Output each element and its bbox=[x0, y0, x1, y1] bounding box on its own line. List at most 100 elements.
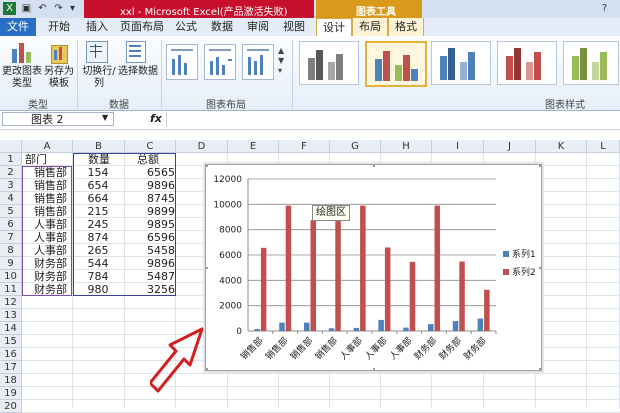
customize-qat-icon[interactable]: ▾ bbox=[66, 2, 79, 15]
ribbon: 更改图表类型 另存为模板 类型 切换行/列 选择数据 数据 ▲ ▼ ▾ 图表布局… bbox=[0, 36, 620, 111]
legend-label: 系列2 bbox=[512, 266, 536, 278]
bar-series1 bbox=[378, 319, 384, 331]
selected-range-categories bbox=[22, 166, 72, 296]
bar-series1 bbox=[403, 327, 409, 331]
row-header-10[interactable]: 10 bbox=[0, 270, 22, 283]
row-header-19[interactable]: 19 bbox=[0, 387, 22, 400]
bar-series2 bbox=[260, 247, 267, 331]
column-header-E[interactable]: E bbox=[228, 140, 279, 153]
chart-style-1[interactable] bbox=[299, 41, 359, 85]
bar-series2 bbox=[335, 205, 341, 331]
embedded-chart[interactable]: 0 2000 4000 6000 8000 10000 12000 销售部 销售部 销售部 销售部人… bbox=[205, 164, 542, 371]
switch-row-column-button[interactable]: 切换行/列 bbox=[78, 66, 120, 90]
chart-style-2-selected[interactable] bbox=[365, 41, 427, 87]
legend-label: 系列1 bbox=[512, 248, 536, 260]
x-tick-label: 财务部 bbox=[412, 335, 440, 363]
legend-swatch bbox=[503, 269, 509, 275]
bar-series2 bbox=[360, 205, 366, 331]
row-header-2[interactable]: 2 bbox=[0, 166, 22, 179]
row-header-17[interactable]: 17 bbox=[0, 361, 22, 374]
column-header-J[interactable]: J bbox=[484, 140, 536, 153]
column-header-A[interactable]: A bbox=[22, 140, 73, 153]
undo-icon[interactable]: ↶ bbox=[36, 2, 49, 15]
column-header-D[interactable]: D bbox=[176, 140, 228, 153]
formula-input[interactable] bbox=[166, 112, 617, 127]
select-data-button[interactable]: 选择数据 bbox=[118, 66, 158, 78]
row-header-4[interactable]: 4 bbox=[0, 192, 22, 205]
row-header-3[interactable]: 3 bbox=[0, 179, 22, 192]
row-header-20[interactable]: 20 bbox=[0, 400, 22, 413]
cell-header[interactable]: 部门 bbox=[25, 153, 47, 166]
help-icon[interactable]: ? bbox=[598, 2, 611, 15]
redo-icon[interactable]: ↷ bbox=[52, 2, 65, 15]
column-header-F[interactable]: F bbox=[279, 140, 330, 153]
insert-function-icon[interactable]: fx bbox=[150, 112, 162, 125]
row-header-12[interactable]: 12 bbox=[0, 296, 22, 309]
name-box-dropdown-icon[interactable]: ▼ bbox=[102, 113, 108, 122]
chart-style-3[interactable] bbox=[431, 41, 491, 85]
chart-style-5[interactable] bbox=[563, 41, 619, 85]
tab-page-layout[interactable]: 页面布局 bbox=[118, 18, 166, 36]
column-header-K[interactable]: K bbox=[536, 140, 587, 153]
row-header-1[interactable]: 1 bbox=[0, 153, 22, 166]
y-tick-label: 2000 bbox=[219, 302, 242, 312]
change-chart-type-icon[interactable] bbox=[10, 41, 32, 63]
tab-insert[interactable]: 插入 bbox=[80, 18, 114, 36]
chart-layout-2[interactable] bbox=[204, 44, 236, 80]
tab-design[interactable]: 设计 bbox=[316, 18, 352, 38]
chart-canvas[interactable]: 020004000600080001000012000销售部销售部销售部销售部人… bbox=[206, 165, 541, 370]
chart-layout-3[interactable] bbox=[242, 44, 274, 80]
bar-series2 bbox=[310, 220, 316, 331]
chart-layout-1[interactable] bbox=[166, 44, 198, 80]
save-icon[interactable]: ▣ bbox=[20, 2, 33, 15]
row-header-18[interactable]: 18 bbox=[0, 374, 22, 387]
column-header-I[interactable]: I bbox=[432, 140, 484, 153]
select-data-icon[interactable] bbox=[126, 41, 146, 63]
row-header-7[interactable]: 7 bbox=[0, 231, 22, 244]
group-label-chart-styles: 图表样式 bbox=[545, 100, 585, 111]
column-header-H[interactable]: H bbox=[381, 140, 432, 153]
save-template-icon[interactable] bbox=[48, 41, 68, 64]
resize-handle bbox=[539, 267, 541, 269]
tab-view[interactable]: 视图 bbox=[278, 18, 310, 36]
tab-file[interactable]: 文件 bbox=[0, 18, 36, 36]
title-bar: X ▣ ↶ ↷ ▾ xxl - Microsoft Excel(产品激活失败) … bbox=[0, 0, 620, 19]
switch-row-column-icon[interactable] bbox=[86, 41, 108, 63]
row-header-13[interactable]: 13 bbox=[0, 309, 22, 322]
selected-range-values bbox=[73, 153, 176, 296]
x-tick-label: 销售部 bbox=[238, 335, 266, 363]
tab-review[interactable]: 审阅 bbox=[242, 18, 274, 36]
chart-style-4[interactable] bbox=[497, 41, 557, 85]
resize-handle bbox=[539, 165, 541, 167]
column-header-G[interactable]: G bbox=[330, 140, 381, 153]
layout-gallery-scroll-icon[interactable]: ▲ ▼ ▾ bbox=[278, 46, 288, 76]
grid-line bbox=[22, 399, 620, 400]
context-tool-label: 图表工具 bbox=[356, 7, 396, 18]
row-header-15[interactable]: 15 bbox=[0, 335, 22, 348]
row-header-11[interactable]: 11 bbox=[0, 283, 22, 296]
tab-formulas[interactable]: 公式 bbox=[170, 18, 202, 36]
resize-handle bbox=[373, 165, 375, 167]
row-header-14[interactable]: 14 bbox=[0, 322, 22, 335]
tab-data[interactable]: 数据 bbox=[206, 18, 238, 36]
row-header-16[interactable]: 16 bbox=[0, 348, 22, 361]
resize-handle bbox=[539, 368, 541, 370]
save-as-template-button[interactable]: 另存为模板 bbox=[42, 66, 76, 90]
row-header-9[interactable]: 9 bbox=[0, 257, 22, 270]
column-header-B[interactable]: B bbox=[73, 140, 125, 153]
change-chart-type-button[interactable]: 更改图表类型 bbox=[2, 66, 42, 90]
column-header-L[interactable]: L bbox=[587, 140, 620, 153]
row-header-8[interactable]: 8 bbox=[0, 244, 22, 257]
tab-layout[interactable]: 布局 bbox=[352, 18, 388, 36]
tab-home[interactable]: 开始 bbox=[42, 18, 76, 36]
select-all-corner[interactable] bbox=[0, 140, 22, 153]
excel-logo-icon[interactable]: X bbox=[3, 2, 16, 15]
annotation-arrow-icon bbox=[150, 327, 204, 393]
row-header-6[interactable]: 6 bbox=[0, 218, 22, 231]
row-header-5[interactable]: 5 bbox=[0, 205, 22, 218]
tab-format[interactable]: 格式 bbox=[388, 18, 424, 36]
bar-series2 bbox=[434, 205, 440, 331]
name-box[interactable]: 图表 2 bbox=[2, 112, 114, 126]
formula-bar: 图表 2 ▼ fx bbox=[0, 111, 620, 130]
column-header-C[interactable]: C bbox=[125, 140, 176, 153]
